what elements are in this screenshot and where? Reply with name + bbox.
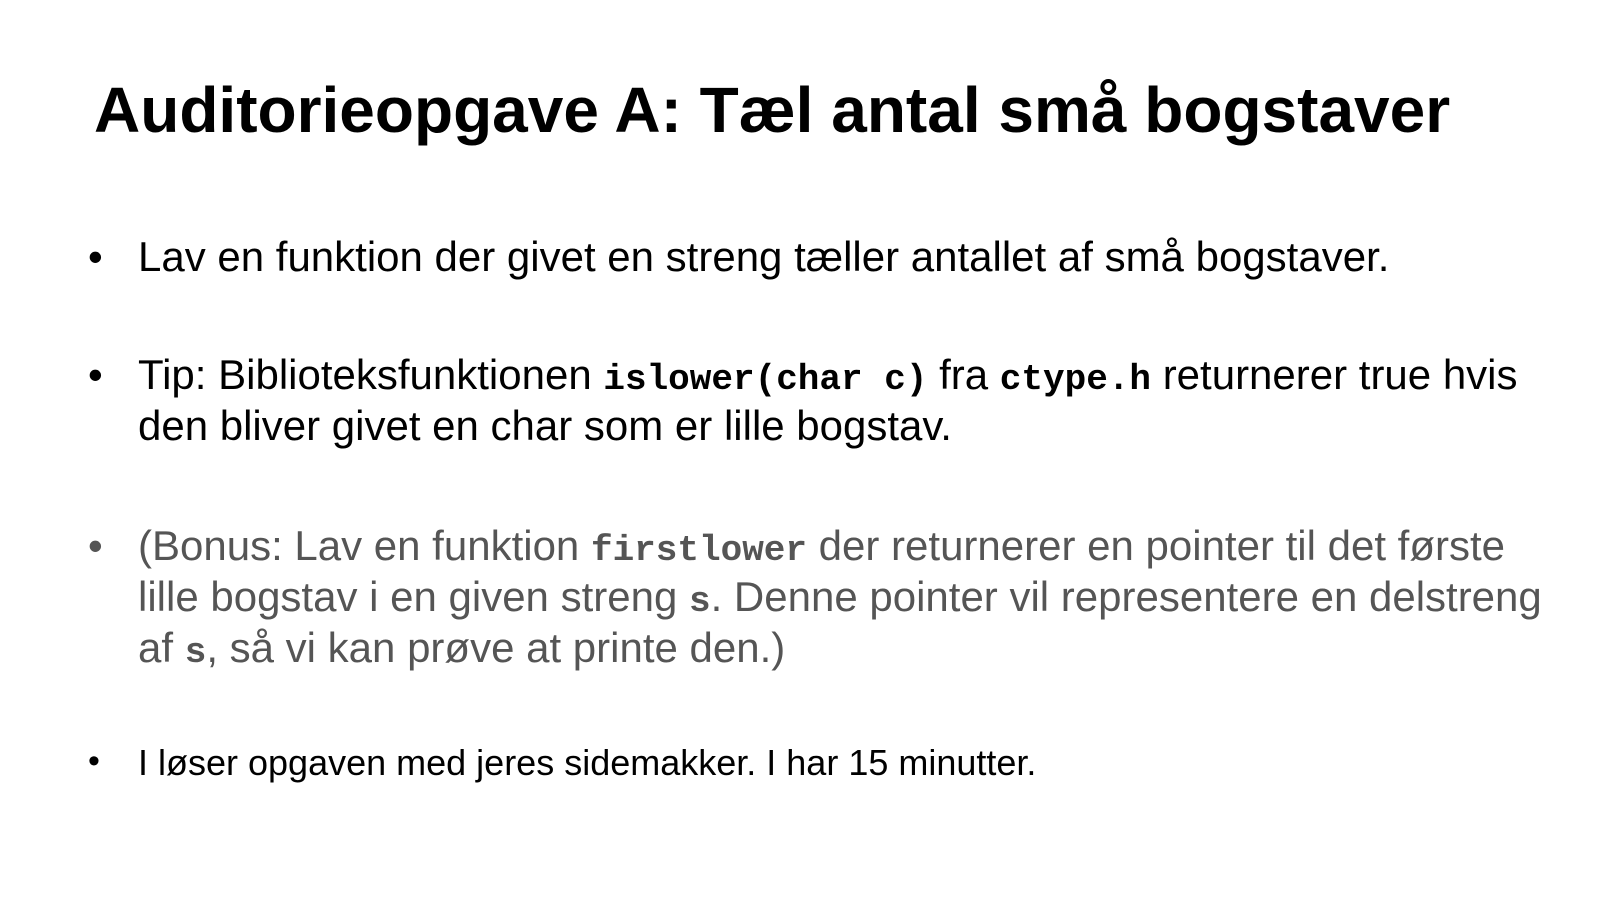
bullet-list: • Lav en funktion der givet en streng tæ… — [0, 0, 1600, 900]
bullet-icon: • — [88, 742, 100, 780]
slide: Auditorieopgave A: Tæl antal små bogstav… — [0, 0, 1600, 900]
text-segment: fra — [927, 351, 1000, 398]
bullet-item: • Lav en funktion der givet en streng tæ… — [88, 232, 1548, 282]
bullet-item: • Tip: Biblioteksfunktionen islower(char… — [88, 350, 1548, 452]
text-segment: , så vi kan prøve at printe den.) — [206, 624, 786, 672]
bullet-text: (Bonus: Lav en funktion firstlower der r… — [138, 521, 1548, 675]
code-firstlower: firstlower — [590, 530, 808, 571]
bullet-text: I løser opgaven med jeres sidemakker. I … — [138, 742, 1037, 783]
text-segment: Tip: Biblioteksfunktionen — [138, 351, 604, 398]
bullet-item: • I løser opgaven med jeres sidemakker. … — [88, 741, 1548, 784]
code-s: s — [184, 632, 207, 674]
bullet-icon: • — [88, 233, 103, 280]
code-ctype-h: ctype.h — [999, 359, 1152, 400]
text-segment: (Bonus: Lav en funktion — [138, 522, 591, 569]
bullet-text: Lav en funktion der givet en streng tæll… — [138, 233, 1390, 280]
code-s: s — [688, 581, 711, 623]
bullet-icon: • — [88, 522, 103, 569]
bullet-text: Tip: Biblioteksfunktionen islower(char c… — [138, 350, 1548, 452]
bullet-icon: • — [88, 351, 103, 398]
code-islower: islower(char c) — [603, 359, 928, 400]
bullet-item-bonus: • (Bonus: Lav en funktion firstlower der… — [88, 521, 1548, 675]
